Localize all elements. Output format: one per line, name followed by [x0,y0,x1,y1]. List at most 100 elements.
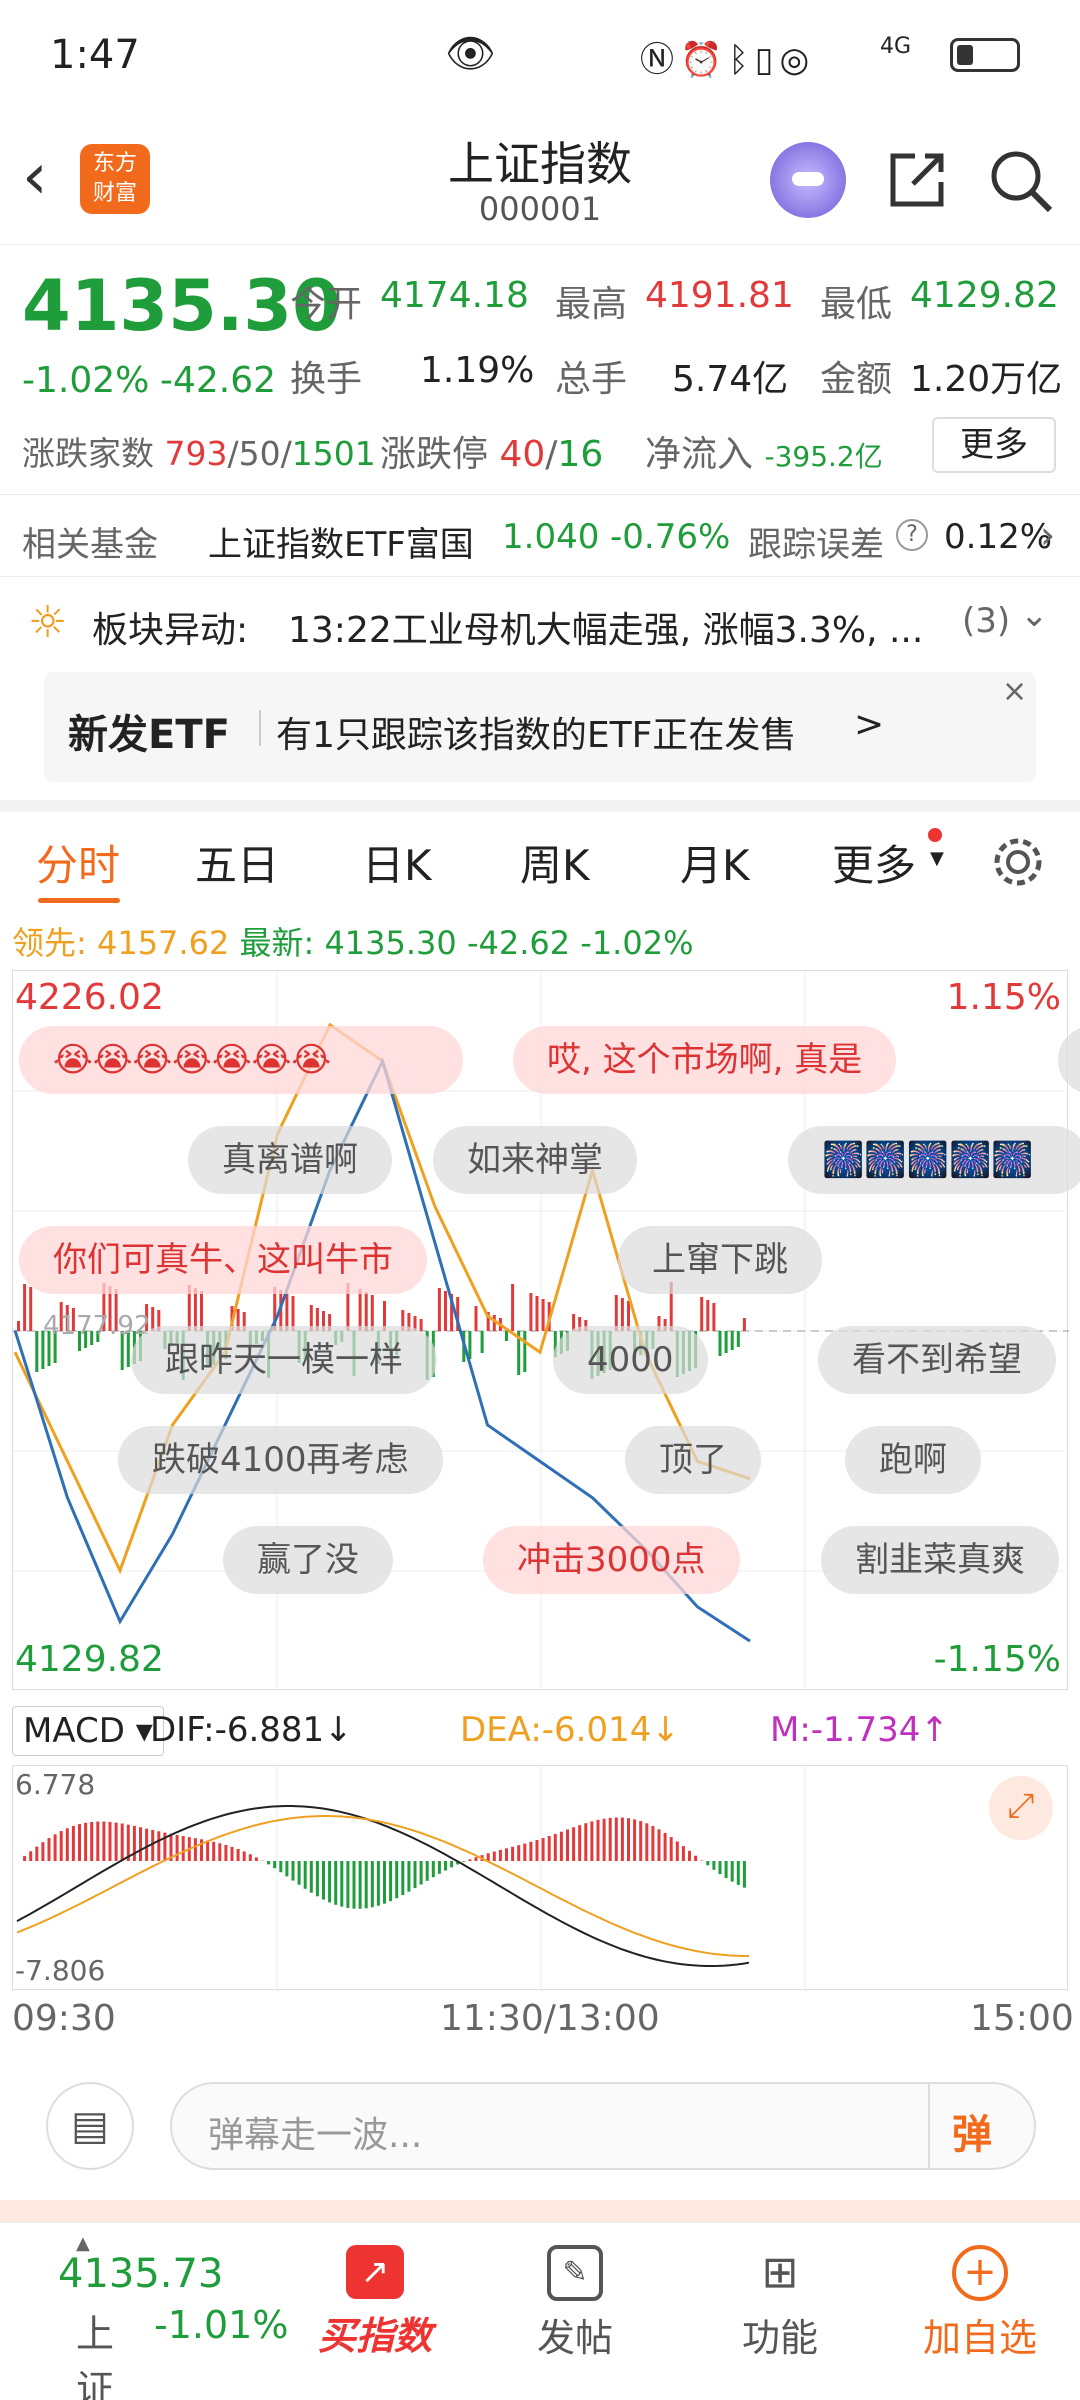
macd-bar [285,1861,289,1877]
danmu-8[interactable]: 看不到希望 [818,1326,1056,1394]
new-etf-banner[interactable]: 新发ETF 有1只跟踪该指数的ETF正在发售 > × [44,672,1036,782]
danmu-13[interactable]: 冲击3000点 [483,1526,740,1594]
macd-bar [346,1861,350,1908]
macd-bar [315,1861,319,1897]
expand-icon[interactable]: ⤢ [989,1776,1053,1840]
chevron-down-icon[interactable]: ⌄ [1020,595,1049,635]
tab-intraday[interactable]: 分时 [36,832,120,893]
gear-icon[interactable] [990,834,1046,890]
bottom-nav: 4135.73 ▲ 上证 -1.01% ↗ 买指数 ✎ 发帖 ⊞ 功能 + 加自… [0,2222,1080,2400]
macd-bar [675,1841,679,1861]
danmu-11[interactable]: 跑啊 [845,1426,981,1494]
ticker-name: 上证 [76,2312,115,2400]
danmu-10[interactable]: 顶了 [625,1426,761,1494]
macd-bar [358,1861,362,1909]
tab-indicator [38,898,120,903]
macd-bar [553,1833,557,1861]
fund-change: -0.76% [610,517,731,557]
danmu-3[interactable]: 如来神掌 [433,1126,637,1194]
macd-bar [322,1861,325,1900]
macd-bar [511,1846,515,1861]
related-fund-row[interactable]: 相关基金 上证指数ETF富国 1.040 -0.76% 跟踪误差 ? 0.12%… [0,495,1080,577]
macd-bar [584,1823,588,1861]
macd-bar [370,1861,374,1908]
send-danmu-button[interactable]: 弹 [952,2102,992,2160]
macd-bar [114,1822,118,1861]
volume-label: 总手 [555,359,628,400]
tab-five-day[interactable]: 五日 [195,832,279,893]
y-max-label: 4226.02 [15,977,164,1018]
danmu-2[interactable]: 真离谱啊 [188,1126,392,1194]
edit-icon: ✎ [547,2245,603,2301]
danmu-9[interactable]: 跌破4100再考虑 [118,1426,443,1494]
danmu-6[interactable]: 跟昨天一模一样 [131,1326,437,1394]
macd-bar [206,1840,210,1861]
tab-daily-k[interactable]: 日K [362,832,432,893]
danmu-7[interactable]: 4000 [553,1326,708,1394]
add-watchlist-button[interactable]: + 加自选 [915,2245,1045,2362]
danmu-fireworks[interactable]: 🎆🎆🎆🎆🎆 [788,1126,1080,1194]
buy-index-button[interactable]: ↗ 买指数 [310,2245,440,2360]
macd-bar [181,1836,185,1861]
macd-bar [175,1834,179,1861]
danmu-input[interactable]: 弹幕走一波... 弹 [170,2082,1036,2170]
function-button[interactable]: ⊞ 功能 [720,2245,840,2362]
tab-monthly-k[interactable]: 月K [680,832,750,893]
divider [928,2084,930,2168]
divider [259,710,261,746]
macd-bar [578,1825,582,1861]
notification-dot [928,828,942,842]
macd-bar [279,1861,283,1873]
close-icon[interactable]: × [1002,674,1027,709]
help-icon[interactable]: ? [896,519,928,551]
macd-bar [376,1861,380,1906]
breadth: 涨跌家数 793/50/1501 [22,434,376,473]
grid-icon: ⊞ [761,2247,799,2298]
danmu-1[interactable]: 哎, 这个市场啊, 真是 [513,1026,897,1094]
macd-bar [517,1845,521,1861]
tab-more[interactable]: 更多 [832,832,916,893]
macd-bar [84,1822,88,1861]
macd-bar [53,1834,57,1861]
macd-bar [218,1843,222,1861]
macd-chart[interactable]: 6.778 -7.806 ⤢ [12,1765,1068,1991]
macd-bar [65,1828,69,1861]
volume-bar [23,1284,27,1331]
share-icon[interactable] [885,146,951,212]
robot-assistant-icon[interactable] [770,142,846,218]
macd-bar [334,1861,338,1905]
intraday-chart[interactable]: 4226.02 4129.82 1.15% -1.15% 4177.92 😭😭😭… [12,970,1080,1691]
macd-selector[interactable]: MACD ▾ [12,1706,164,1756]
fund-price: 1.040 [502,517,600,557]
macd-bar [407,1861,411,1892]
macd-bar [389,1861,393,1902]
search-icon[interactable] [988,148,1054,214]
macd-bar [425,1861,429,1881]
danmu-settings-icon[interactable]: ▤ [46,2082,134,2170]
more-button[interactable]: 更多 [932,417,1056,473]
macd-bar [59,1831,63,1861]
sector-alert-row[interactable]: ☼ 板块异动: 13:22工业母机大幅走强, 涨幅3.3%, ... (3) ⌄ [0,577,1080,667]
danmu-5[interactable]: 上窜下跳 [618,1226,822,1294]
volume-bar [505,1331,508,1341]
tracking-error-value: 0.12% [944,517,1053,557]
danmu-14[interactable]: 割韭菜真爽 [821,1526,1059,1594]
danmu-12[interactable]: 赢了没 [223,1526,393,1594]
macd-bar [273,1861,277,1869]
macd-bar [559,1831,563,1861]
macd-bar [157,1831,161,1861]
danmu-4[interactable]: 你们可真牛、这叫牛市 [19,1226,427,1294]
macd-bar [468,1859,472,1861]
macd-bar [120,1823,124,1861]
fund-label: 相关基金 [22,525,158,565]
alert-label: 板块异动: [92,610,249,651]
high-value: 4191.81 [645,275,794,316]
danmu-emoji[interactable]: 😭😭😭😭😭😭😭 [19,1026,463,1094]
macd-bar [35,1846,39,1861]
macd-bar [681,1846,685,1861]
post-button[interactable]: ✎ 发帖 [515,2245,635,2362]
quote-panel: 4135.30 -1.02% -42.62 今开 4174.18 最高 4191… [0,245,1080,495]
volume-bar [706,1300,710,1331]
macd-bar [736,1861,740,1885]
tab-weekly-k[interactable]: 周K [520,832,590,893]
